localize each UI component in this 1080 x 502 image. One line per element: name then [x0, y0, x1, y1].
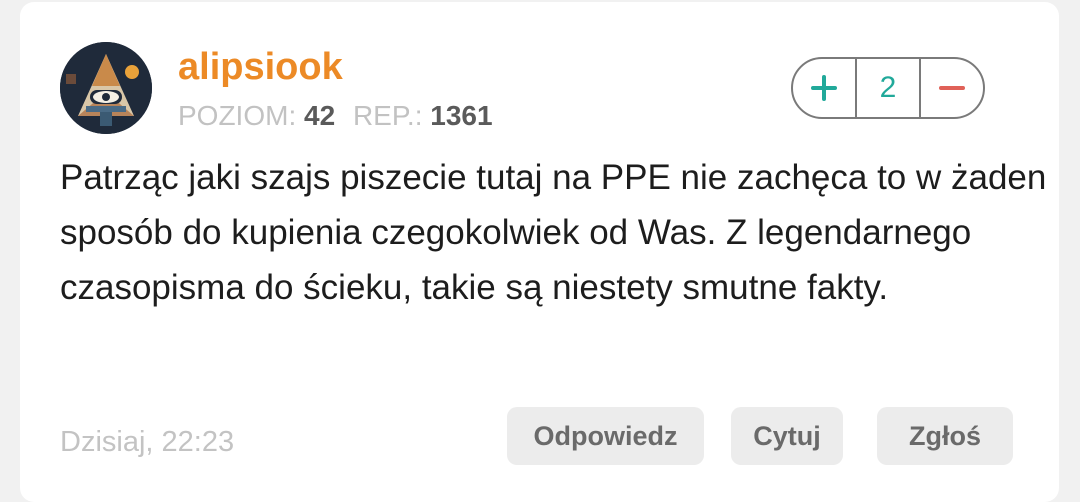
illuminati-eye-pyramid-icon	[60, 42, 152, 134]
upvote-button[interactable]	[793, 59, 855, 117]
level-label: POZIOM:	[178, 100, 297, 131]
vote-score: 2	[855, 59, 921, 117]
minus-icon	[939, 86, 965, 90]
downvote-button[interactable]	[921, 59, 983, 117]
quote-button[interactable]: Cytuj	[731, 407, 843, 465]
plus-icon	[811, 75, 837, 101]
report-button[interactable]: Zgłoś	[877, 407, 1013, 465]
level-value: 42	[304, 100, 336, 131]
comment-text: Patrząc jaki szajs piszecie tutaj na PPE…	[60, 158, 1047, 307]
user-stats: POZIOM: 42 REP.: 1361	[178, 98, 493, 134]
comment-timestamp: Dzisiaj, 22:23	[60, 426, 235, 458]
rep-label: REP.:	[352, 100, 423, 131]
comment-card: alipsiook POZIOM: 42 REP.: 1361 2 Patrzą…	[20, 2, 1059, 502]
rep-value: 1361	[430, 100, 493, 131]
username-link[interactable]: alipsiook	[178, 44, 343, 90]
vote-widget: 2	[791, 57, 985, 119]
avatar[interactable]	[60, 42, 152, 134]
reply-button[interactable]: Odpowiedz	[507, 407, 704, 465]
